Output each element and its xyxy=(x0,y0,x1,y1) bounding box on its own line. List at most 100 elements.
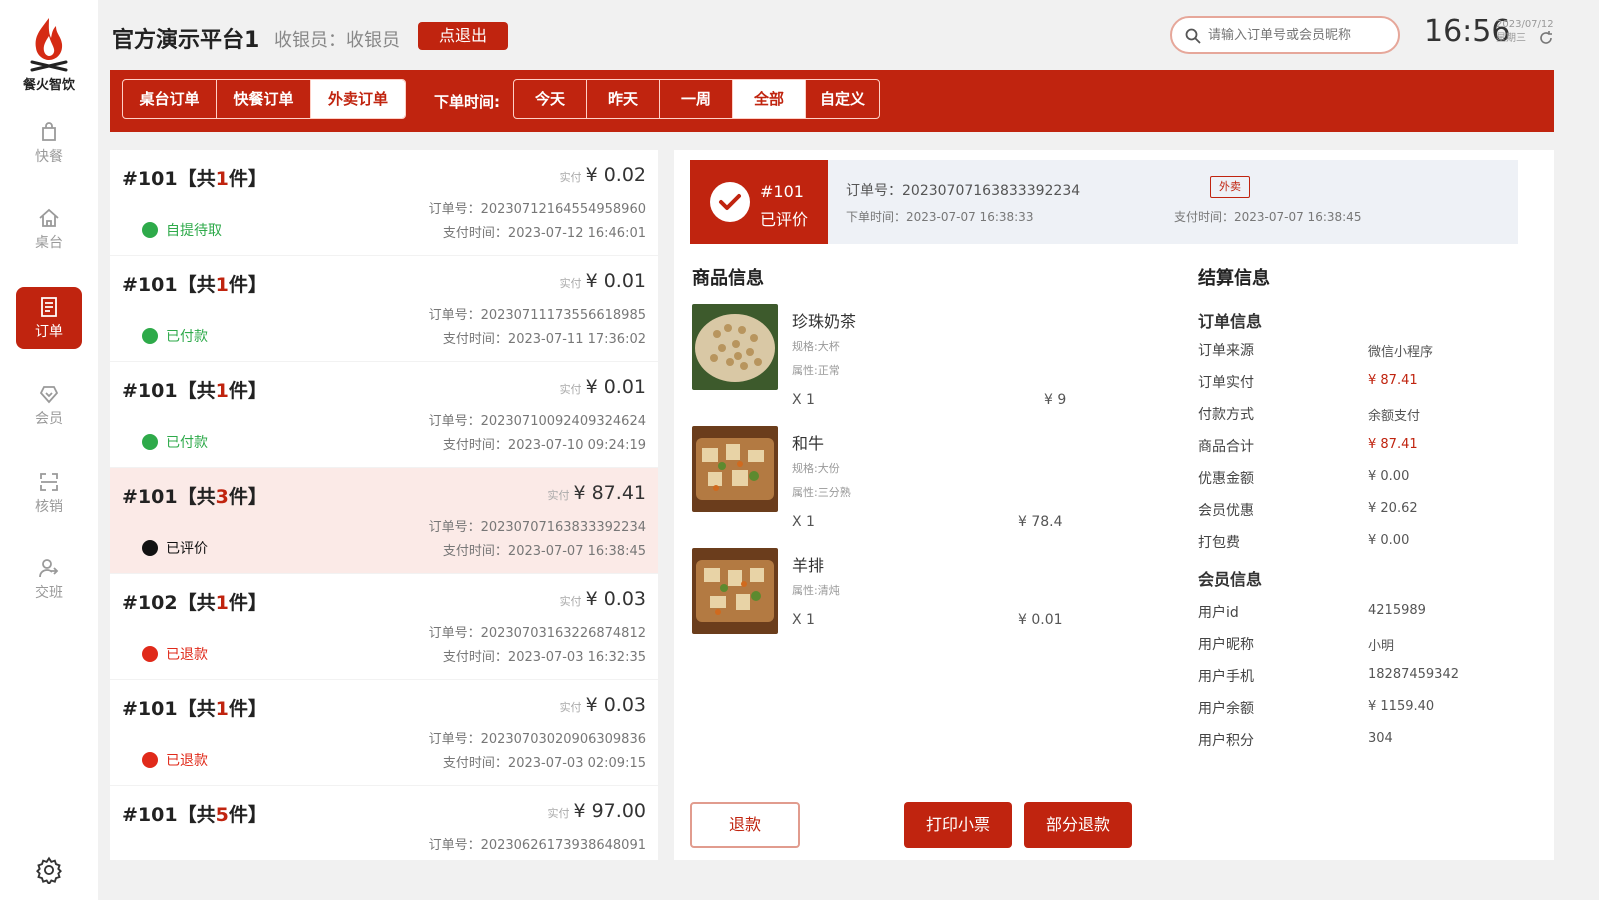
goods-image xyxy=(692,548,778,634)
detail-header: #101 已评价 订单号：20230707163833392234 下单时间：2… xyxy=(690,160,1518,244)
pos-app: 餐火智饮 快餐 桌台 订单 会员 核销 交班 官方演示平台1 收银员：收银员 点… xyxy=(0,0,1599,900)
order-number: 订单号：20230711173556618985 xyxy=(428,308,646,323)
member-label: 用户昵称 xyxy=(1198,637,1254,653)
order-number: 订单号：20230703020906309836 xyxy=(428,732,646,747)
info-value: 余额支付 xyxy=(1368,409,1421,424)
order-detail-panel: #101 已评价 订单号：20230707163833392234 下单时间：2… xyxy=(674,150,1554,860)
goods-price: ¥ 78.4 xyxy=(1018,514,1063,530)
sidebar-item-verify[interactable]: 核销 xyxy=(16,462,82,524)
range-all[interactable]: 全部 xyxy=(733,80,806,118)
order-price: 实付 ¥ 87.41 xyxy=(547,482,646,504)
search-input[interactable] xyxy=(1208,24,1388,46)
goods-item: 和牛 规格:大份 属性:三分熟 X 1 ¥ 78.4 xyxy=(692,426,1162,536)
order-price: 实付 ¥ 0.02 xyxy=(559,164,646,186)
sidebar-item-orders[interactable]: 订单 xyxy=(16,287,82,349)
vip-icon xyxy=(39,386,59,404)
sidebar-item-tables[interactable]: 桌台 xyxy=(16,198,82,260)
order-icon xyxy=(41,297,57,317)
order-card[interactable]: #101【共1件】 实付 ¥ 0.03 订单号：20230703020906309… xyxy=(110,680,658,786)
status-dot-icon xyxy=(142,328,158,344)
goods-price: ¥ 0.01 xyxy=(1018,612,1063,628)
logo: 餐火智饮 xyxy=(18,16,80,94)
order-pay-time: 支付时间：2023-07-07 16:38:45 xyxy=(442,544,646,559)
range-yesterday[interactable]: 昨天 xyxy=(587,80,660,118)
info-value: ¥ 0.00 xyxy=(1368,469,1410,484)
order-type-tag: 外卖 xyxy=(1210,176,1250,198)
info-value: ¥ 87.41 xyxy=(1368,437,1418,452)
member-value: 小明 xyxy=(1368,639,1395,654)
goods-image xyxy=(692,426,778,512)
order-price: 实付 ¥ 0.01 xyxy=(559,270,646,292)
sidebar-item-members[interactable]: 会员 xyxy=(16,374,82,436)
order-card[interactable]: #101【共1件】 实付 ¥ 0.02 订单号：20230712164554958… xyxy=(110,150,658,256)
detail-order-number: 订单号：20230707163833392234 xyxy=(846,183,1081,199)
order-number: 订单号：20230703163226874812 xyxy=(428,626,646,641)
info-label: 付款方式 xyxy=(1198,407,1254,423)
partial-refund-button[interactable]: 部分退款 xyxy=(1024,802,1132,848)
goods-price: ¥ 9 xyxy=(1044,392,1067,408)
order-status: 自提待取 xyxy=(142,220,222,240)
cashier-label: 收银员：收银员 xyxy=(274,30,400,51)
order-number: 订单号：20230712164554958960 xyxy=(428,202,646,217)
sidebar: 餐火智饮 快餐 桌台 订单 会员 核销 交班 xyxy=(0,0,98,900)
tab-fastfood-orders[interactable]: 快餐订单 xyxy=(217,80,311,118)
order-status: 已退款 xyxy=(142,750,208,770)
goods-attr: 属性:三分熟 xyxy=(792,486,851,499)
order-title: #101【共3件】 xyxy=(122,486,267,508)
sidebar-item-handover[interactable]: 交班 xyxy=(16,548,82,610)
goods-name: 羊排 xyxy=(792,556,825,575)
goods-item: 珍珠奶茶 规格:大杯 属性:正常 X 1 ¥ 9 xyxy=(692,304,1162,414)
order-price: 实付 ¥ 0.03 xyxy=(559,588,646,610)
info-value: 微信小程序 xyxy=(1368,345,1434,360)
print-receipt-button[interactable]: 打印小票 xyxy=(904,802,1012,848)
status-dot-icon xyxy=(142,222,158,238)
info-label: 订单来源 xyxy=(1198,343,1254,359)
order-card[interactable]: #101【共5件】 实付 ¥ 97.00 订单号：2023062617393864… xyxy=(110,786,658,860)
sidebar-item-fastfood[interactable]: 快餐 xyxy=(16,112,82,174)
order-card[interactable]: #101【共1件】 实付 ¥ 0.01 订单号：20230710092409324… xyxy=(110,362,658,468)
search-box[interactable] xyxy=(1170,16,1400,54)
member-value: 18287459342 xyxy=(1368,667,1459,682)
info-value: ¥ 20.62 xyxy=(1368,501,1418,516)
order-title: #101【共5件】 xyxy=(122,804,267,826)
tab-table-orders[interactable]: 桌台订单 xyxy=(123,80,217,118)
order-price: 实付 ¥ 97.00 xyxy=(547,800,646,822)
order-title: #102【共1件】 xyxy=(122,592,267,614)
logout-button[interactable]: 点退出 xyxy=(418,22,508,50)
order-card-selected[interactable]: #101【共3件】 实付 ¥ 87.41 订单号：2023070716383339… xyxy=(110,468,658,574)
order-status-badge: #101 已评价 xyxy=(690,160,828,244)
tab-takeaway-orders[interactable]: 外卖订单 xyxy=(311,80,405,118)
store-name: 官方演示平台1 xyxy=(112,28,260,53)
order-type-tabs: 桌台订单 快餐订单 外卖订单 xyxy=(122,79,406,119)
order-price: 实付 ¥ 0.01 xyxy=(559,376,646,398)
order-pay-time: 支付时间：2023-07-10 09:24:19 xyxy=(442,438,646,453)
range-today[interactable]: 今天 xyxy=(514,80,587,118)
refresh-icon[interactable] xyxy=(1538,30,1554,46)
gear-icon[interactable] xyxy=(35,856,63,884)
range-custom[interactable]: 自定义 xyxy=(806,80,879,118)
order-list: #101【共1件】 实付 ¥ 0.02 订单号：20230712164554958… xyxy=(110,150,658,860)
order-pay-time: 支付时间：2023-07-11 17:36:02 xyxy=(442,332,646,347)
goods-spec: 规格:大杯 xyxy=(792,340,840,353)
filter-bar: 桌台订单 快餐订单 外卖订单 下单时间: 今天 昨天 一周 全部 自定义 xyxy=(110,70,1554,132)
status-dot-icon xyxy=(142,434,158,450)
detail-pay-time: 支付时间：2023-07-07 16:38:45 xyxy=(1174,210,1362,224)
sidebar-item-label: 会员 xyxy=(35,411,63,427)
order-pay-time: 支付时间：2023-07-03 16:32:35 xyxy=(442,650,646,665)
range-week[interactable]: 一周 xyxy=(660,80,733,118)
check-icon xyxy=(710,182,750,222)
info-value: ¥ 0.00 xyxy=(1368,533,1410,548)
order-price: 实付 ¥ 0.03 xyxy=(559,694,646,716)
order-info-title: 订单信息 xyxy=(1198,312,1263,331)
scan-icon xyxy=(40,473,58,491)
order-card[interactable]: #102【共1件】 实付 ¥ 0.03 订单号：20230703163226874… xyxy=(110,574,658,680)
handover-icon xyxy=(39,559,59,578)
search-icon xyxy=(1185,28,1201,44)
order-card[interactable]: #101【共1件】 实付 ¥ 0.01 订单号：20230711173556618… xyxy=(110,256,658,362)
badge-status: 已评价 xyxy=(760,210,809,229)
order-title: #101【共1件】 xyxy=(122,274,267,296)
order-pay-time: 支付时间：2023-07-03 02:09:15 xyxy=(442,756,646,771)
order-title: #101【共1件】 xyxy=(122,168,267,190)
refund-button[interactable]: 退款 xyxy=(690,802,800,848)
goods-qty: X 1 xyxy=(792,612,815,628)
